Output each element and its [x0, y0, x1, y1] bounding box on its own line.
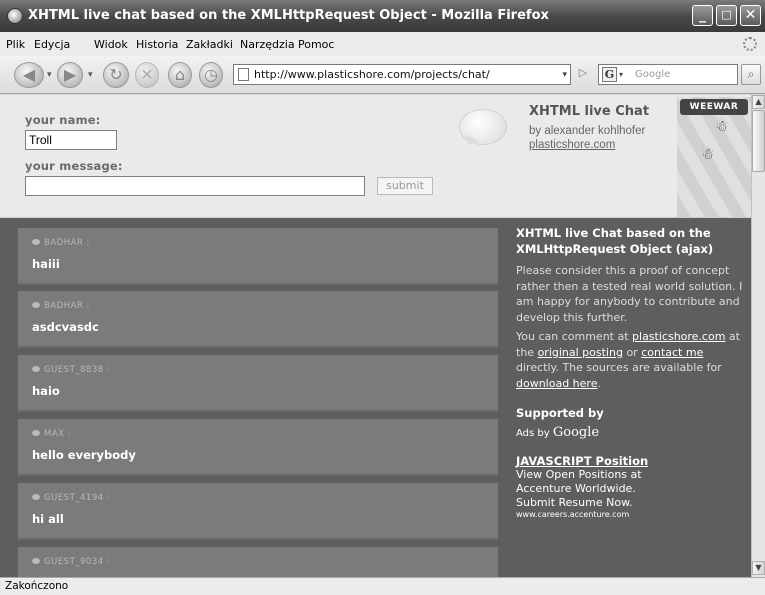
- status-bar: Zakończono: [0, 577, 765, 595]
- search-placeholder: Google: [635, 69, 671, 80]
- message-user: BADHAR :: [44, 301, 90, 311]
- message-author: GUEST_4194 :: [32, 493, 110, 503]
- vertical-scrollbar[interactable]: ▲ ▼: [751, 95, 765, 577]
- back-arrow-icon[interactable]: ◀: [14, 62, 44, 88]
- weewar-logo: WEEWAR: [680, 99, 748, 115]
- submit-button[interactable]: submit: [377, 177, 433, 195]
- page-content: your name: Troll your message: submit XH…: [0, 95, 751, 577]
- message-text: hello everybody: [32, 448, 136, 462]
- window-title: XHTML live chat based on the XMLHttpRequ…: [28, 8, 549, 23]
- forward-dropdown-icon[interactable]: ▾: [88, 70, 93, 80]
- url-dropdown-icon[interactable]: ▾: [562, 66, 567, 85]
- ads-by-google[interactable]: Ads by Google: [516, 425, 748, 440]
- info-heading: XHTML live Chat based on the XMLHttpRequ…: [516, 226, 714, 256]
- ad-line: Submit Resume Now.: [516, 496, 633, 509]
- text-ad[interactable]: JAVASCRIPT Position View Open Positions …: [516, 454, 748, 519]
- weewar-banner[interactable]: WEEWAR ☃ ☃: [677, 97, 751, 217]
- scroll-up-icon[interactable]: ▲: [752, 95, 765, 109]
- page-icon: [238, 68, 249, 81]
- message-text: haio: [32, 384, 60, 398]
- robot-icon: ☃: [701, 145, 715, 163]
- go-arrow-icon[interactable]: ▷: [575, 66, 591, 83]
- firefox-icon: [7, 8, 23, 24]
- message-label: your message:: [25, 159, 123, 173]
- supported-heading: Supported by: [516, 406, 604, 420]
- info-panel: XHTML live Chat based on the XMLHttpRequ…: [516, 225, 748, 519]
- ad-line: Accenture Worldwide.: [516, 482, 636, 495]
- ad-line: View Open Positions at: [516, 468, 642, 481]
- menu-plik[interactable]: Plik: [6, 38, 25, 51]
- message-user: GUEST_9034 :: [44, 557, 111, 567]
- address-bar[interactable]: http://www.plasticshore.com/projects/cha…: [233, 64, 571, 85]
- app-title: XHTML live Chat: [529, 104, 650, 119]
- home-icon[interactable]: ⌂: [168, 62, 192, 88]
- comment-paragraph: You can comment at plasticshore.com at t…: [516, 330, 740, 390]
- robot-icon: ☃: [715, 117, 729, 135]
- title-bar: XHTML live chat based on the XMLHttpRequ…: [0, 0, 765, 32]
- search-box[interactable]: G ▾ Google: [598, 64, 738, 85]
- speech-icon: [32, 302, 40, 308]
- chat-message: BADHAR : asdcvasdc: [18, 291, 498, 348]
- message-user: GUEST_8838 :: [44, 365, 111, 375]
- chat-message: GUEST_8838 : haio: [18, 355, 498, 412]
- download-link[interactable]: download here: [516, 377, 597, 390]
- message-text: haiii: [32, 257, 60, 271]
- google-engine-icon[interactable]: G: [602, 67, 617, 82]
- message-user: MAX :: [44, 429, 72, 439]
- chat-message: MAX : hello everybody: [18, 419, 498, 476]
- history-clock-icon[interactable]: ◷: [199, 62, 223, 88]
- speech-icon: [32, 494, 40, 500]
- plasticshore-link[interactable]: plasticshore.com: [632, 330, 725, 343]
- original-posting-link[interactable]: original posting: [538, 346, 623, 359]
- menu-bar: Plik Edycja Widok Historia Zakładki Narz…: [0, 32, 765, 56]
- back-dropdown-icon[interactable]: ▾: [47, 70, 52, 80]
- message-user: GUEST_4194 :: [44, 493, 111, 503]
- chat-header: your name: Troll your message: submit XH…: [0, 95, 751, 218]
- ad-url[interactable]: www.careers.accenture.com: [516, 510, 748, 519]
- chat-message: GUEST_9034 :: [18, 547, 498, 577]
- info-paragraph: Please consider this a proof of concept …: [516, 264, 743, 324]
- message-author: GUEST_9034 :: [32, 557, 110, 567]
- author: by alexander kohlhofer: [529, 125, 646, 137]
- menu-historia[interactable]: Historia: [136, 38, 178, 51]
- message-author: BADHAR :: [32, 301, 90, 311]
- browser-window: XHTML live chat based on the XMLHttpRequ…: [0, 0, 765, 595]
- scroll-down-icon[interactable]: ▼: [752, 561, 765, 575]
- forward-arrow-icon[interactable]: ▶: [57, 62, 83, 88]
- speech-icon: [32, 366, 40, 372]
- speech-icon: [32, 430, 40, 436]
- contact-me-link[interactable]: contact me: [641, 346, 703, 359]
- menu-edycja[interactable]: Edycja: [34, 38, 70, 51]
- menu-widok[interactable]: Widok: [94, 38, 128, 51]
- menu-pomoc[interactable]: Pomoc: [298, 38, 334, 51]
- stop-icon[interactable]: ✕: [135, 62, 159, 88]
- maximize-button[interactable]: □: [716, 5, 737, 26]
- message-text: hi all: [32, 512, 64, 526]
- message-author: MAX :: [32, 429, 71, 439]
- address-url: http://www.plasticshore.com/projects/cha…: [254, 68, 490, 81]
- speech-icon: [32, 239, 40, 245]
- menu-narzedzia[interactable]: Narzędzia: [240, 38, 295, 51]
- message-text: asdcvasdc: [32, 320, 99, 334]
- menu-zakladki[interactable]: Zakładki: [186, 38, 233, 51]
- ad-title[interactable]: JAVASCRIPT Position: [516, 454, 748, 468]
- site-link[interactable]: plasticshore.com: [529, 138, 645, 152]
- close-button[interactable]: ✕: [740, 5, 761, 26]
- message-author: BADHAR :: [32, 238, 90, 248]
- message-author: GUEST_8838 :: [32, 365, 110, 375]
- message-input[interactable]: [25, 176, 365, 196]
- minimize-button[interactable]: _: [692, 5, 713, 26]
- engine-dropdown-icon[interactable]: ▾: [619, 65, 623, 84]
- reload-icon[interactable]: ↻: [103, 62, 129, 88]
- message-user: BADHAR :: [44, 238, 90, 248]
- speech-icon: [32, 558, 40, 564]
- chat-message: GUEST_4194 : hi all: [18, 483, 498, 540]
- name-input[interactable]: Troll: [25, 130, 117, 150]
- scroll-thumb[interactable]: [752, 110, 765, 172]
- byline: by alexander kohlhofer plasticshore.com: [529, 124, 645, 152]
- name-label: your name:: [25, 113, 101, 127]
- chat-message: BADHAR : haiii: [18, 228, 498, 285]
- throbber-icon: [743, 37, 757, 51]
- search-magnifier-icon[interactable]: ⌕: [741, 64, 761, 85]
